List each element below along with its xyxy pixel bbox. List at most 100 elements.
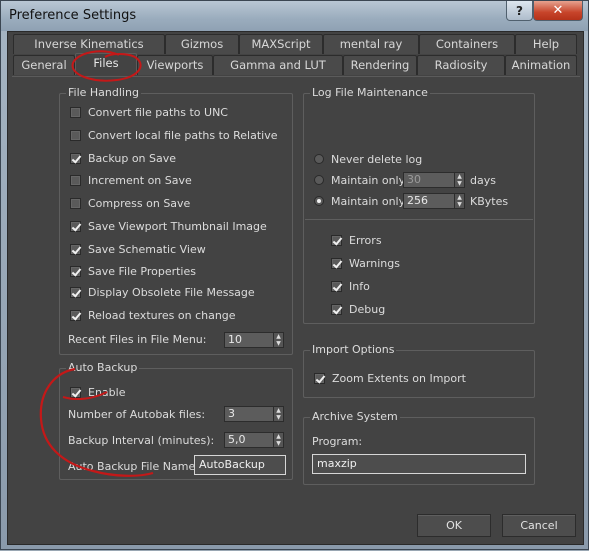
checkbox-enable[interactable] <box>70 386 81 398</box>
checkbox-save-thumbnail[interactable] <box>70 220 81 232</box>
checkbox-obsolete-message[interactable] <box>70 286 81 298</box>
spinner-buttons[interactable]: ▲ ▼ <box>274 406 284 422</box>
checkbox-compress-on-save[interactable] <box>70 197 81 209</box>
auto-backup-enable[interactable]: Enable <box>70 384 125 400</box>
spinner-buttons[interactable]: ▲ ▼ <box>455 193 465 209</box>
backup-interval-spinner[interactable]: 5,0 ▲ ▼ <box>224 432 284 448</box>
autobak-files-spinner[interactable]: 3 ▲ ▼ <box>224 406 284 422</box>
checkbox-convert-unc[interactable] <box>70 106 81 118</box>
checkbox-convert-relative[interactable] <box>70 129 81 141</box>
tab-viewports[interactable]: Viewports <box>137 55 213 75</box>
level-label: Debug <box>349 302 386 316</box>
tab-help[interactable]: Help <box>515 34 577 54</box>
title-bar[interactable]: Preference Settings ? ✕ <box>1 1 588 31</box>
level-errors[interactable]: Errors <box>331 232 382 248</box>
tab-rendering[interactable]: Rendering <box>343 55 417 75</box>
spinner-buttons[interactable]: ▲ ▼ <box>274 432 284 448</box>
spinner-up-icon[interactable]: ▲ <box>455 173 464 180</box>
cancel-button[interactable]: Cancel <box>502 514 576 537</box>
log-file-maintenance-group: Log File Maintenance Never delete log Ma… <box>303 86 535 324</box>
checkbox-errors[interactable] <box>331 234 342 246</box>
spinner-down-icon[interactable]: ▼ <box>274 340 283 347</box>
program-label: Program: <box>312 435 363 448</box>
maintain-days-spinner[interactable]: 30 ▲ ▼ <box>403 172 465 188</box>
import-options-group: Import Options Zoom Extents on Import <box>303 343 535 398</box>
recent-files-label: Recent Files in File Menu: <box>68 333 207 346</box>
option-label: Convert file paths to UNC <box>88 105 228 119</box>
tab-mental-ray[interactable]: mental ray <box>323 34 419 54</box>
option-label: Convert local file paths to Relative <box>88 128 278 142</box>
checkbox-debug[interactable] <box>331 303 342 315</box>
option-convert-relative[interactable]: Convert local file paths to Relative <box>70 127 278 143</box>
checkbox-reload-textures[interactable] <box>70 309 81 321</box>
zoom-extents-option[interactable]: Zoom Extents on Import <box>314 370 466 386</box>
level-warnings[interactable]: Warnings <box>331 255 400 271</box>
spinner-down-icon[interactable]: ▼ <box>455 180 464 187</box>
maintain-days-label: Maintain only <box>331 173 406 187</box>
level-debug[interactable]: Debug <box>331 301 385 317</box>
radio-never-delete[interactable] <box>314 154 324 164</box>
ok-button[interactable]: OK <box>417 514 491 537</box>
checkbox-increment-on-save[interactable] <box>70 174 81 186</box>
autobak-files-value[interactable]: 3 <box>224 406 274 422</box>
option-save-file-properties[interactable]: Save File Properties <box>70 263 196 279</box>
backup-file-name-input[interactable]: AutoBackup <box>194 455 286 475</box>
radio-maintain-kbytes[interactable] <box>314 196 324 206</box>
level-info[interactable]: Info <box>331 278 370 294</box>
checkbox-save-schematic[interactable] <box>70 243 81 255</box>
checkbox-zoom-extents[interactable] <box>314 372 325 384</box>
tab-files[interactable]: Files <box>75 53 137 75</box>
spinner-up-icon[interactable]: ▲ <box>455 194 464 201</box>
maintain-days-option[interactable]: Maintain only <box>314 172 405 188</box>
tab-radiosity[interactable]: Radiosity <box>417 55 505 75</box>
file-handling-group: File Handling Convert file paths to UNC … <box>59 86 293 355</box>
option-increment-on-save[interactable]: Increment on Save <box>70 172 192 188</box>
spinner-up-icon[interactable]: ▲ <box>274 333 283 340</box>
recent-files-spinner[interactable]: 10 ▲ ▼ <box>224 332 284 348</box>
tab-general[interactable]: General <box>13 55 75 75</box>
maintain-kbytes-option[interactable]: Maintain only <box>314 193 405 209</box>
recent-files-value[interactable]: 10 <box>224 332 274 348</box>
option-label: Save File Properties <box>88 264 196 278</box>
days-unit-label: days <box>470 174 496 187</box>
option-reload-textures[interactable]: Reload textures on change <box>70 307 236 323</box>
help-button[interactable]: ? <box>506 1 533 21</box>
option-save-schematic[interactable]: Save Schematic View <box>70 241 206 257</box>
tab-animation[interactable]: Animation <box>505 55 577 75</box>
option-compress-on-save[interactable]: Compress on Save <box>70 195 190 211</box>
maintain-days-value[interactable]: 30 <box>403 172 455 188</box>
spinner-buttons[interactable]: ▲ ▼ <box>274 332 284 348</box>
tab-containers[interactable]: Containers <box>419 34 515 54</box>
checkbox-save-file-properties[interactable] <box>70 265 81 277</box>
level-label: Info <box>349 279 370 293</box>
close-icon: ✕ <box>552 3 564 18</box>
checkbox-backup-on-save[interactable] <box>70 152 81 164</box>
never-delete-option[interactable]: Never delete log <box>314 151 422 167</box>
spinner-up-icon[interactable]: ▲ <box>274 433 283 440</box>
maintain-kbytes-spinner[interactable]: 256 ▲ ▼ <box>403 193 465 209</box>
option-obsolete-message[interactable]: Display Obsolete File Message <box>70 284 255 300</box>
option-backup-on-save[interactable]: Backup on Save <box>70 150 176 166</box>
option-save-thumbnail[interactable]: Save Viewport Thumbnail Image <box>70 218 267 234</box>
spinner-down-icon[interactable]: ▼ <box>455 201 464 208</box>
close-button[interactable]: ✕ <box>533 1 583 21</box>
spinner-down-icon[interactable]: ▼ <box>274 414 283 421</box>
tab-inverse-kinematics[interactable]: Inverse Kinematics <box>13 34 165 54</box>
option-convert-unc[interactable]: Convert file paths to UNC <box>70 104 228 120</box>
option-label: Compress on Save <box>88 196 191 210</box>
spinner-down-icon[interactable]: ▼ <box>274 440 283 447</box>
tab-gamma-and-lut[interactable]: Gamma and LUT <box>213 55 343 75</box>
backup-interval-value[interactable]: 5,0 <box>224 432 274 448</box>
radio-maintain-days[interactable] <box>314 175 324 185</box>
autobak-files-label: Number of Autobak files: <box>68 408 206 421</box>
tab-gizmos[interactable]: Gizmos <box>165 34 239 54</box>
kbytes-unit-label: KBytes <box>470 195 509 208</box>
program-input[interactable]: maxzip <box>312 454 526 474</box>
spinner-up-icon[interactable]: ▲ <box>274 407 283 414</box>
spinner-buttons[interactable]: ▲ ▼ <box>455 172 465 188</box>
tab-maxscript[interactable]: MAXScript <box>239 34 323 54</box>
backup-interval-label: Backup Interval (minutes): <box>68 434 215 447</box>
checkbox-info[interactable] <box>331 280 342 292</box>
maintain-kbytes-value[interactable]: 256 <box>403 193 455 209</box>
checkbox-warnings[interactable] <box>331 257 342 269</box>
